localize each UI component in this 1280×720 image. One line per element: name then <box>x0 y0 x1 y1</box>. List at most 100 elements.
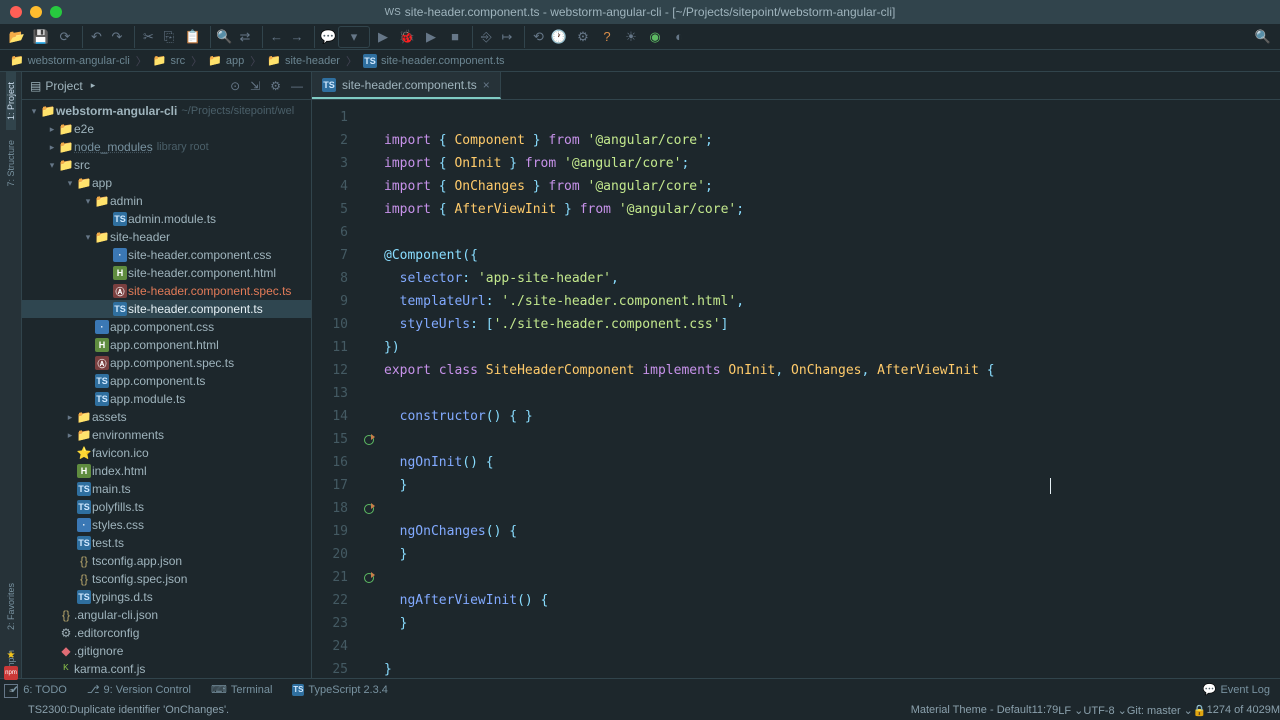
help-icon[interactable]: ? <box>596 26 618 48</box>
tree-sh-css[interactable]: ·site-header.component.css <box>22 246 311 264</box>
tree-index[interactable]: Hindex.html <box>22 462 311 480</box>
code-editor[interactable]: 12345 678910 1112131415 1617181920 21222… <box>312 100 1280 704</box>
override-icon[interactable] <box>364 504 374 514</box>
paste-icon[interactable]: 📋 <box>182 26 204 48</box>
tree-e2e[interactable]: ▸📁e2e <box>22 120 311 138</box>
run-icon[interactable]: ▶ <box>372 26 394 48</box>
tree-app-module[interactable]: TSapp.module.ts <box>22 390 311 408</box>
tree-app-css[interactable]: ·app.component.css <box>22 318 311 336</box>
undo-icon[interactable]: ↶ <box>82 26 104 48</box>
crumb-app[interactable]: 📁app〉 <box>208 53 261 69</box>
tree-styles[interactable]: ·styles.css <box>22 516 311 534</box>
settings-icon[interactable]: ⚙ <box>572 26 594 48</box>
tree-site-header[interactable]: ▾📁site-header <box>22 228 311 246</box>
message-bar: TS2300:Duplicate identifier 'OnChanges'.… <box>0 700 1280 720</box>
tree-karma[interactable]: ᴷkarma.conf.js <box>22 660 311 678</box>
scroll-from-source-icon[interactable]: ⊙ <box>230 79 240 93</box>
tree-sh-html[interactable]: Hsite-header.component.html <box>22 264 311 282</box>
tree-app[interactable]: ▾📁app <box>22 174 311 192</box>
find-icon[interactable]: 🔍 <box>210 26 232 48</box>
structure-tool-tab[interactable]: 7: Structure <box>6 130 16 197</box>
line-separator[interactable]: LF ⌄ <box>1058 704 1083 717</box>
tree-tsconfig-spec[interactable]: {}tsconfig.spec.json <box>22 570 311 588</box>
tree-node-modules[interactable]: ▸📁node_moduleslibrary root <box>22 138 311 156</box>
tree-app-ts[interactable]: TSapp.component.ts <box>22 372 311 390</box>
bottom-left-icons: ★ npm ▫ <box>4 648 18 698</box>
vcs-tool-button[interactable]: ⎇9: Version Control <box>77 683 201 696</box>
settings-gear-icon[interactable]: ⚙ <box>270 79 281 93</box>
collapse-all-icon[interactable]: ⇲ <box>250 79 260 93</box>
tree-angular-cli[interactable]: {}.angular-cli.json <box>22 606 311 624</box>
tree-sh-ts[interactable]: TSsite-header.component.ts <box>22 300 311 318</box>
search-everywhere-icon[interactable]: 🔍 <box>1252 26 1274 48</box>
tree-sh-spec[interactable]: Ⓐsite-header.component.spec.ts <box>22 282 311 300</box>
cut-icon[interactable]: ✂ <box>134 26 156 48</box>
presentation-icon[interactable]: ◐ <box>668 26 690 48</box>
tree-favicon[interactable]: ⭐favicon.ico <box>22 444 311 462</box>
crumb-file[interactable]: TSsite-header.component.ts <box>363 54 505 68</box>
npm-icon[interactable]: npm <box>4 666 18 680</box>
override-icon[interactable] <box>364 573 374 583</box>
crumb-src[interactable]: 📁src〉 <box>153 53 202 69</box>
tree-polyfills[interactable]: TSpolyfills.ts <box>22 498 311 516</box>
stop-icon[interactable]: ■ <box>444 26 466 48</box>
code-content[interactable]: import { Component } from '@angular/core… <box>376 100 1280 704</box>
project-tree[interactable]: ▾📁webstorm-angular-cli~/Projects/sitepoi… <box>22 100 311 678</box>
crumb-project[interactable]: 📁webstorm-angular-cli〉 <box>10 53 147 69</box>
replace-icon[interactable]: ⇄ <box>234 26 256 48</box>
project-panel-label[interactable]: Project <box>45 79 82 93</box>
theme-indicator[interactable]: Material Theme - Default <box>911 704 1032 716</box>
override-icon[interactable] <box>364 435 374 445</box>
favorites-tool-tab[interactable]: 2: Favorites <box>6 573 16 640</box>
tree-src[interactable]: ▾📁src <box>22 156 311 174</box>
tree-tsconfig-app[interactable]: {}tsconfig.app.json <box>22 552 311 570</box>
tree-environments[interactable]: ▸📁environments <box>22 426 311 444</box>
copy-icon[interactable]: ⎘ <box>158 26 180 48</box>
power-mode-icon[interactable]: ◉ <box>644 26 666 48</box>
sync-icon[interactable]: ⟳ <box>54 26 76 48</box>
forward-icon[interactable]: → <box>286 26 308 48</box>
editor-tab-active[interactable]: TS site-header.component.ts × <box>312 72 501 99</box>
crumb-folder[interactable]: 📁site-header〉 <box>267 53 357 69</box>
tree-test[interactable]: TStest.ts <box>22 534 311 552</box>
back-icon[interactable]: ← <box>262 26 284 48</box>
project-tool-tab[interactable]: 1: Project <box>6 72 16 130</box>
tree-app-spec[interactable]: Ⓐapp.component.spec.ts <box>22 354 311 372</box>
run-to-icon[interactable]: ↦ <box>496 26 518 48</box>
terminal-tool-button[interactable]: ⌨Terminal <box>201 683 282 696</box>
tree-assets[interactable]: ▸📁assets <box>22 408 311 426</box>
update-icon[interactable]: ⟲ <box>524 26 546 48</box>
memory-indicator[interactable]: 1274 of 4029M <box>1207 704 1280 716</box>
tree-typings[interactable]: TStypings.d.ts <box>22 588 311 606</box>
run-config-dropdown[interactable]: ▾ <box>338 26 370 48</box>
tool-window-icon[interactable]: ▫ <box>4 684 18 698</box>
hide-panel-icon[interactable]: — <box>291 79 303 93</box>
typescript-tool-button[interactable]: TSTypeScript 2.3.4 <box>282 684 398 696</box>
close-tab-icon[interactable]: × <box>483 78 490 92</box>
tree-admin-module[interactable]: TSadmin.module.ts <box>22 210 311 228</box>
tree-root[interactable]: ▾📁webstorm-angular-cli~/Projects/sitepoi… <box>22 102 311 120</box>
file-encoding[interactable]: UTF-8 ⌄ <box>1083 704 1126 717</box>
open-icon[interactable]: 📂 <box>6 26 28 48</box>
tree-main[interactable]: TSmain.ts <box>22 480 311 498</box>
tree-gitignore[interactable]: ◆.gitignore <box>22 642 311 660</box>
caret-position[interactable]: 11:79 <box>1032 704 1059 716</box>
history-icon[interactable]: 🕐 <box>548 26 570 48</box>
tree-editorconfig[interactable]: ⚙.editorconfig <box>22 624 311 642</box>
project-panel-header: ▤ Project ▸ ⊙ ⇲ ⚙ — <box>22 72 311 100</box>
chevron-right-icon[interactable]: ▸ <box>91 80 96 91</box>
git-branch[interactable]: Git: master ⌄ <box>1127 704 1193 717</box>
project-view-icon[interactable]: ▤ <box>30 79 41 93</box>
save-icon[interactable]: 💾 <box>30 26 52 48</box>
coverage-icon[interactable]: ▶ <box>420 26 442 48</box>
star-icon[interactable]: ★ <box>4 648 18 662</box>
chat-icon[interactable]: 💬 <box>314 26 336 48</box>
event-log-button[interactable]: 💬Event Log <box>1193 683 1280 696</box>
ide-icon[interactable]: ☀ <box>620 26 642 48</box>
lock-icon[interactable]: 🔒 <box>1193 704 1207 717</box>
tree-app-html[interactable]: Happ.component.html <box>22 336 311 354</box>
debug-icon[interactable]: 🐞 <box>396 26 418 48</box>
attach-icon[interactable]: ⎆ <box>472 26 494 48</box>
redo-icon[interactable]: ↷ <box>106 26 128 48</box>
tree-admin[interactable]: ▾📁admin <box>22 192 311 210</box>
